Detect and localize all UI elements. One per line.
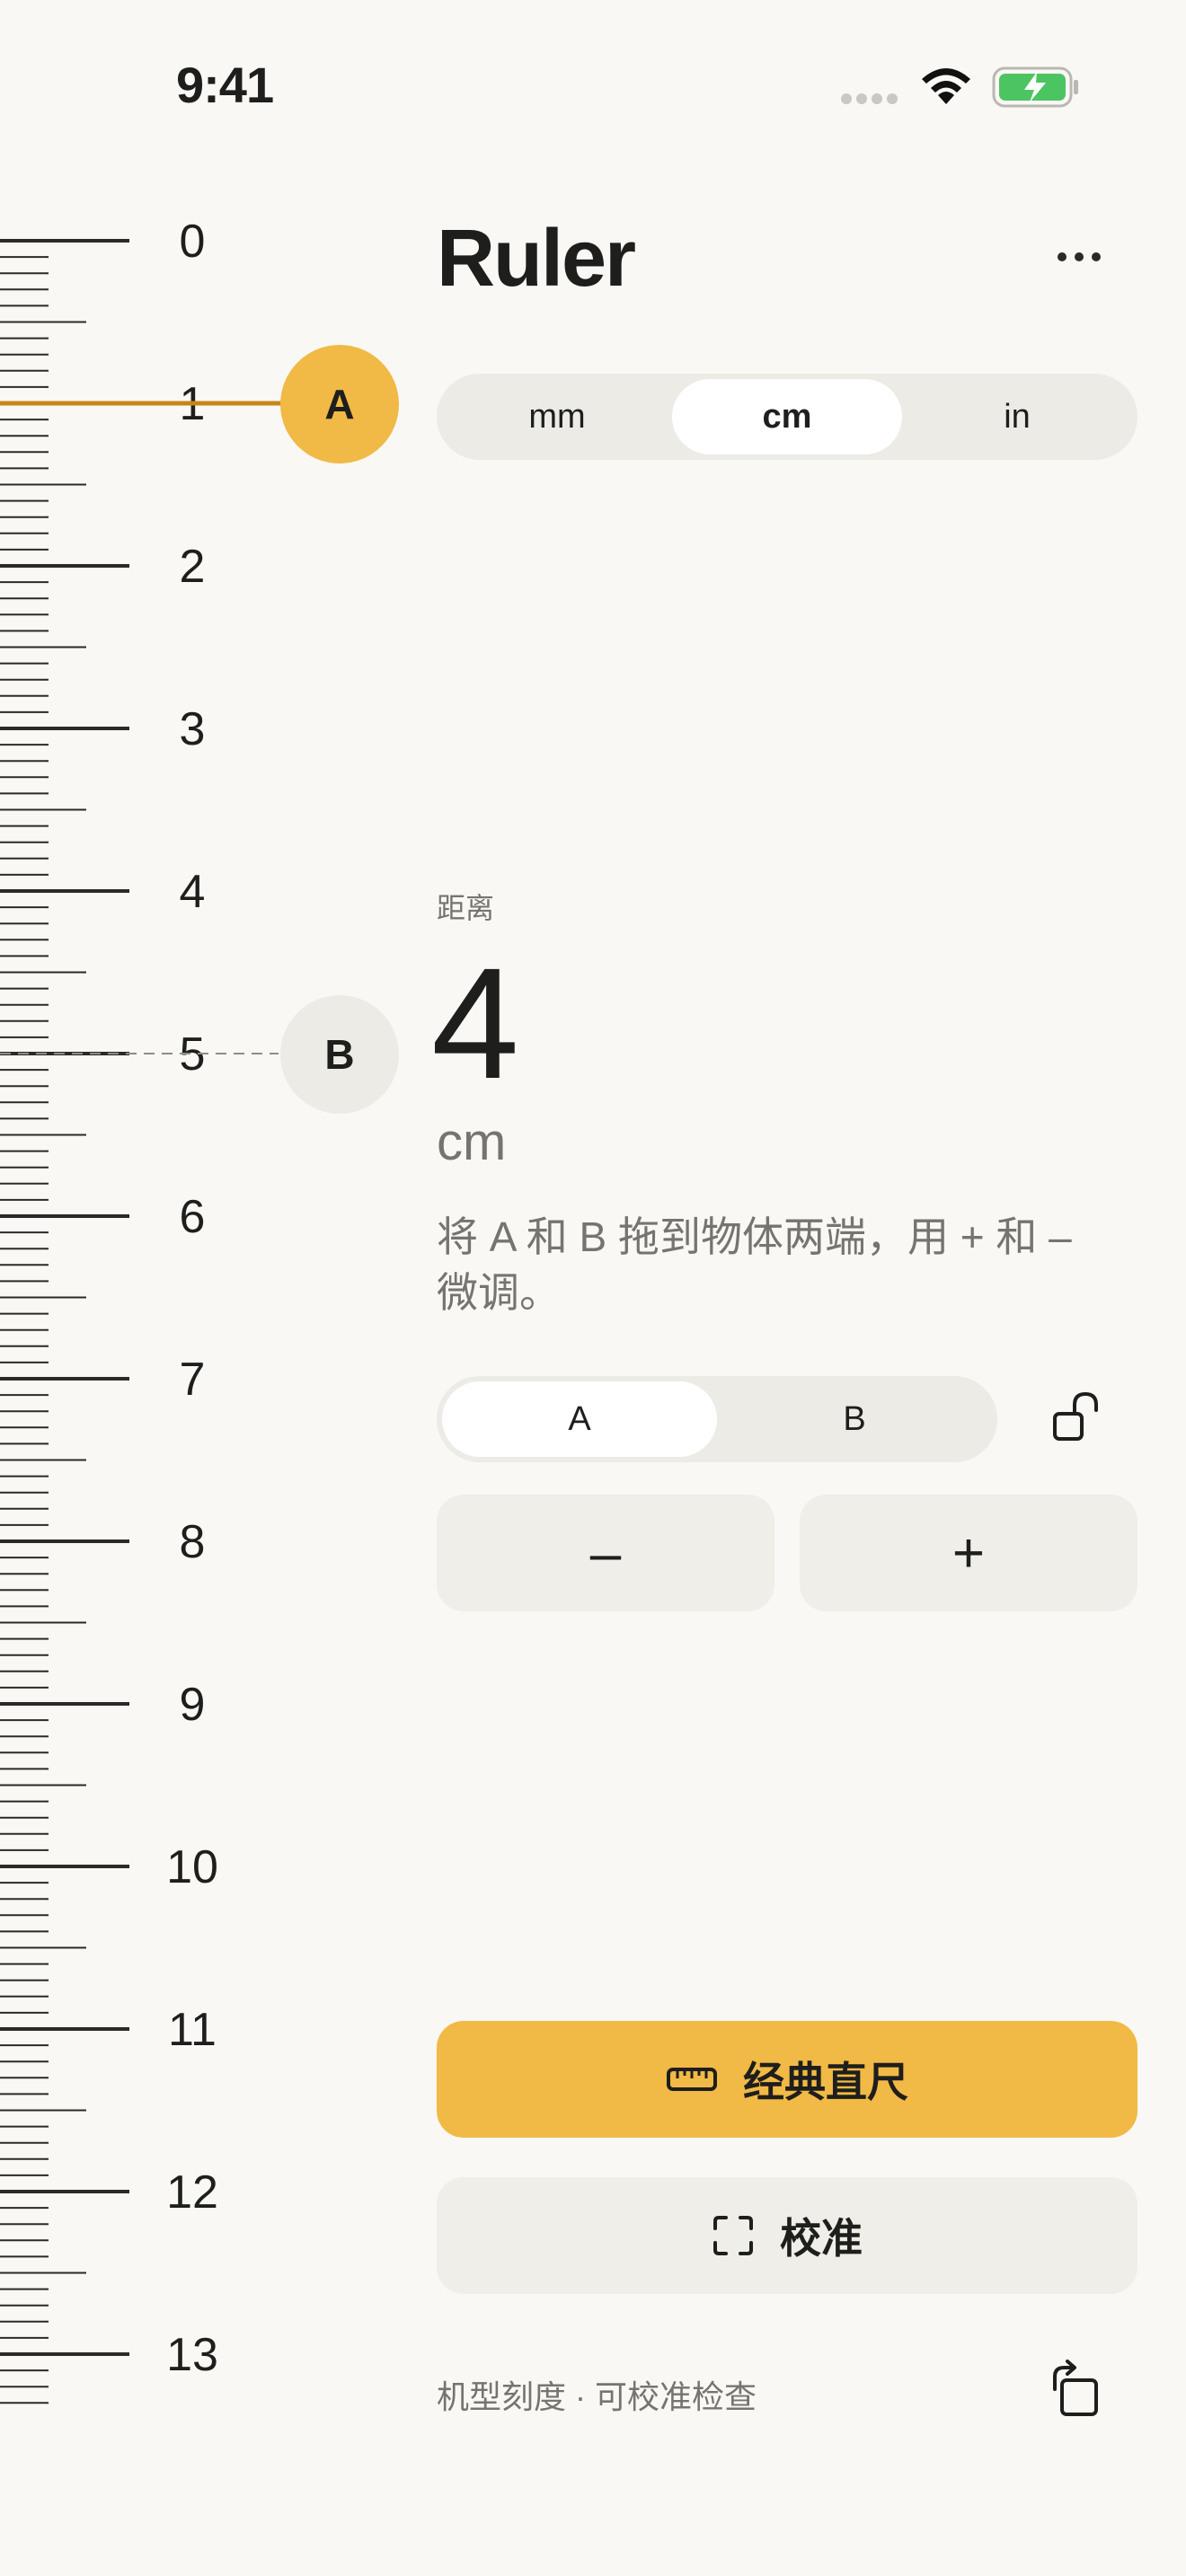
ruler-label: 10 bbox=[166, 1841, 218, 1893]
more-options-button[interactable] bbox=[1042, 230, 1116, 284]
marker-b-handle[interactable]: B bbox=[280, 995, 399, 1114]
unit-option-mm[interactable]: mm bbox=[442, 379, 672, 454]
calibrate-label: 校准 bbox=[780, 2215, 863, 2262]
more-horizontal-icon bbox=[1058, 252, 1067, 261]
ruler-label: 7 bbox=[180, 1354, 206, 1406]
ruler-label: 9 bbox=[180, 1679, 206, 1731]
ruler-label: 4 bbox=[180, 866, 206, 918]
increment-button[interactable]: + bbox=[800, 1495, 1137, 1611]
usage-hint: 将 A 和 B 拖到物体两端，用 + 和 – 微调。 bbox=[437, 1213, 1072, 1316]
ruler-label: 6 bbox=[180, 1191, 206, 1243]
cellular-signal-icon bbox=[841, 93, 902, 104]
point-option-a[interactable]: A bbox=[442, 1381, 717, 1457]
ruler-label: 8 bbox=[180, 1516, 206, 1568]
classic-ruler-button[interactable]: 经典直尺 bbox=[437, 2021, 1137, 2138]
ruler-icon bbox=[667, 2068, 717, 2091]
decrement-button[interactable]: – bbox=[437, 1495, 774, 1611]
wifi-icon bbox=[922, 68, 970, 104]
ruler-label: 2 bbox=[180, 541, 206, 593]
unit-option-cm[interactable]: cm bbox=[672, 379, 902, 454]
unlock-icon[interactable] bbox=[1049, 1389, 1105, 1444]
point-selector: A B bbox=[437, 1376, 997, 1462]
point-option-b[interactable]: B bbox=[717, 1381, 992, 1457]
footer-note: 机型刻度 · 可校准检查 bbox=[437, 2378, 757, 2415]
distance-unit: cm bbox=[437, 1113, 507, 1171]
battery-charging-icon bbox=[992, 66, 1078, 108]
ruler-label: 13 bbox=[166, 2329, 218, 2381]
distance-value: 4 bbox=[431, 936, 519, 1112]
ruler-label: 11 bbox=[168, 2004, 217, 2056]
marker-a-handle[interactable]: A bbox=[280, 345, 399, 463]
ruler-label: 3 bbox=[180, 703, 206, 755]
rotate-icon[interactable] bbox=[1042, 2357, 1107, 2422]
scan-frame-icon bbox=[713, 2216, 753, 2255]
calibrate-button[interactable]: 校准 bbox=[437, 2177, 1137, 2294]
classic-ruler-label: 经典直尺 bbox=[743, 2059, 908, 2105]
unit-selector: mm cm in bbox=[437, 374, 1137, 460]
ruler-label: 12 bbox=[166, 2166, 218, 2219]
unit-option-in[interactable]: in bbox=[902, 379, 1132, 454]
ruler-label: 0 bbox=[180, 216, 206, 268]
page-title: Ruler bbox=[437, 214, 636, 304]
distance-label: 距离 bbox=[437, 892, 495, 924]
